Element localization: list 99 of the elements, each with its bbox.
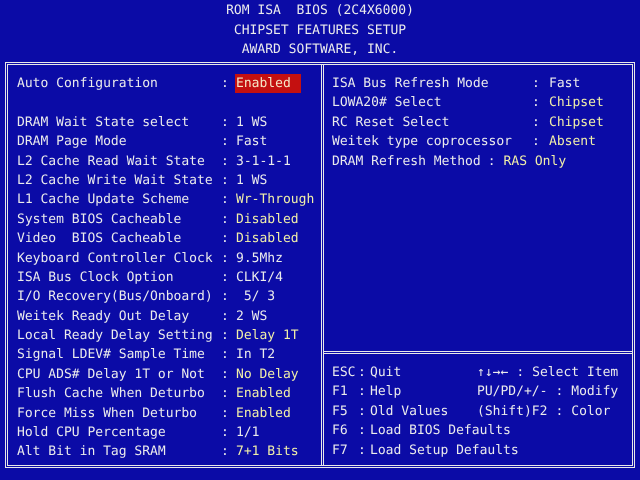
key-name: ESC	[332, 364, 356, 382]
key-action: Color	[571, 402, 610, 421]
key-name: ↑↓→←	[477, 364, 508, 382]
setting-label: I/O Recovery(Bus/Onboard)	[17, 288, 214, 306]
separator-colon: :	[555, 383, 564, 402]
key-action: Help	[370, 383, 402, 402]
separator-colon: :	[221, 385, 230, 404]
setting-value[interactable]: Wr-Through	[235, 190, 316, 210]
separator-colon: :	[221, 327, 230, 346]
setting-label: LOWA20# Select	[332, 94, 443, 112]
key-action: Old Values	[370, 402, 450, 421]
separator-colon: :	[221, 133, 230, 152]
setting-value[interactable]: Absent	[548, 132, 597, 152]
separator-colon: :	[532, 94, 541, 112]
setting-label: L2 Cache Read Wait State	[17, 152, 206, 171]
setting-label: Weitek Ready Out Delay	[17, 308, 190, 326]
separator-colon: :	[555, 402, 564, 421]
setting-label: Weitek type coprocessor	[332, 133, 514, 152]
setting-label: Flush Cache When Deturbo	[17, 385, 206, 404]
separator-colon: :	[221, 191, 230, 210]
setting-label: DRAM Wait State select	[17, 114, 190, 132]
separator-colon: :	[358, 442, 367, 460]
separator-colon: :	[532, 114, 541, 132]
separator-colon: :	[358, 383, 367, 402]
setting-value[interactable]: Chipset	[548, 112, 605, 132]
setting-value[interactable]: 1 WS	[235, 112, 268, 132]
key-action: Select Item	[532, 364, 618, 382]
setting-label: DRAM Page Mode	[17, 133, 128, 152]
separator-colon: :	[221, 114, 230, 132]
separator-colon: :	[532, 75, 541, 93]
header-title: CHIPSET FEATURES SETUP	[234, 22, 406, 40]
separator-colon: :	[358, 422, 367, 440]
separator-colon: :	[221, 172, 230, 190]
setting-value[interactable]: Fast	[235, 132, 268, 152]
separator-colon: :	[221, 268, 230, 287]
key-action: Modify	[571, 383, 618, 402]
setting-label: Force Miss When Deturbo	[17, 404, 198, 423]
header-title: AWARD SOFTWARE, INC.	[242, 41, 398, 59]
setting-label: System BIOS Cacheable	[17, 210, 182, 229]
setting-value[interactable]: Enabled	[235, 384, 292, 404]
setting-label: Video BIOS Cacheable	[17, 230, 182, 248]
setting-value[interactable]: Enabled	[235, 74, 301, 94]
setting-label: ISA Bus Clock Option	[17, 268, 175, 287]
separator-colon: :	[221, 404, 230, 423]
key-name: PU/PD/+/-	[477, 383, 548, 402]
separator-colon: :	[221, 366, 230, 384]
setting-value[interactable]: In T2	[235, 345, 276, 365]
setting-label: Alt Bit in Tag SRAM	[17, 443, 167, 462]
separator-colon: :	[221, 210, 230, 229]
key-name: (Shift)F2	[477, 402, 548, 421]
setting-label: Hold CPU Percentage	[17, 424, 167, 442]
setting-value[interactable]: Disabled	[235, 210, 300, 230]
separator-colon: :	[221, 346, 230, 364]
separator-colon: :	[358, 364, 367, 382]
key-action: Quit	[370, 364, 402, 382]
setting-label: DRAM Refresh Method	[332, 152, 481, 171]
setting-value[interactable]: 3-1-1-1	[235, 152, 292, 171]
setting-label: RC Reset Select	[332, 114, 450, 132]
setting-value[interactable]: No Delay	[235, 364, 300, 384]
separator-colon: :	[358, 402, 367, 421]
separator-colon: :	[532, 133, 541, 152]
setting-value[interactable]: RAS Only	[502, 152, 568, 171]
setting-value[interactable]: 1 WS	[235, 170, 268, 190]
key-action: Load Setup Defaults	[370, 442, 520, 460]
key-name: F7	[332, 442, 349, 460]
key-name: F5	[332, 402, 349, 421]
setting-value[interactable]: 9.5Mhz	[235, 248, 284, 268]
setting-label: Auto Configuration	[17, 75, 159, 93]
setting-value[interactable]: Chipset	[548, 93, 605, 113]
setting-value[interactable]: CLKI/4	[235, 268, 284, 288]
key-name: F1	[332, 383, 349, 402]
setting-value[interactable]: Disabled	[235, 229, 300, 249]
setting-label: Signal LDEV# Sample Time	[17, 346, 206, 364]
separator-colon: :	[516, 364, 524, 382]
separator-colon: :	[221, 424, 230, 442]
separator-colon: :	[221, 75, 230, 93]
separator-colon: :	[221, 250, 230, 268]
setting-value[interactable]: 1/1	[235, 423, 260, 442]
header-title: ROM ISA BIOS (2C4X6000)	[226, 2, 414, 20]
separator-colon: :	[221, 443, 230, 462]
setting-value[interactable]: 7+1 Bits	[235, 442, 300, 462]
setting-label: L2 Cache Write Wait State	[17, 172, 214, 190]
setting-value[interactable]: 2 WS	[235, 306, 268, 326]
key-action: Load BIOS Defaults	[370, 422, 512, 440]
separator-colon: :	[488, 152, 496, 171]
setting-label: L1 Cache Update Scheme	[17, 191, 190, 210]
setting-value[interactable]: Enabled	[235, 404, 292, 424]
setting-label: Keyboard Controller Clock	[17, 250, 214, 268]
setting-label: ISA Bus Refresh Mode	[332, 75, 490, 93]
setting-label: CPU ADS# Delay 1T or Not	[17, 366, 206, 384]
setting-value[interactable]: Delay 1T	[235, 326, 300, 346]
separator-colon: :	[221, 288, 230, 306]
key-name: F6	[332, 422, 349, 440]
setting-label: Local Ready Delay Setting	[17, 327, 214, 346]
separator-colon: :	[221, 152, 230, 171]
separator-colon: :	[221, 230, 230, 248]
setting-value[interactable]: 5/ 3	[235, 287, 276, 307]
setting-value[interactable]: Fast	[548, 74, 582, 94]
separator-colon: :	[221, 308, 230, 326]
